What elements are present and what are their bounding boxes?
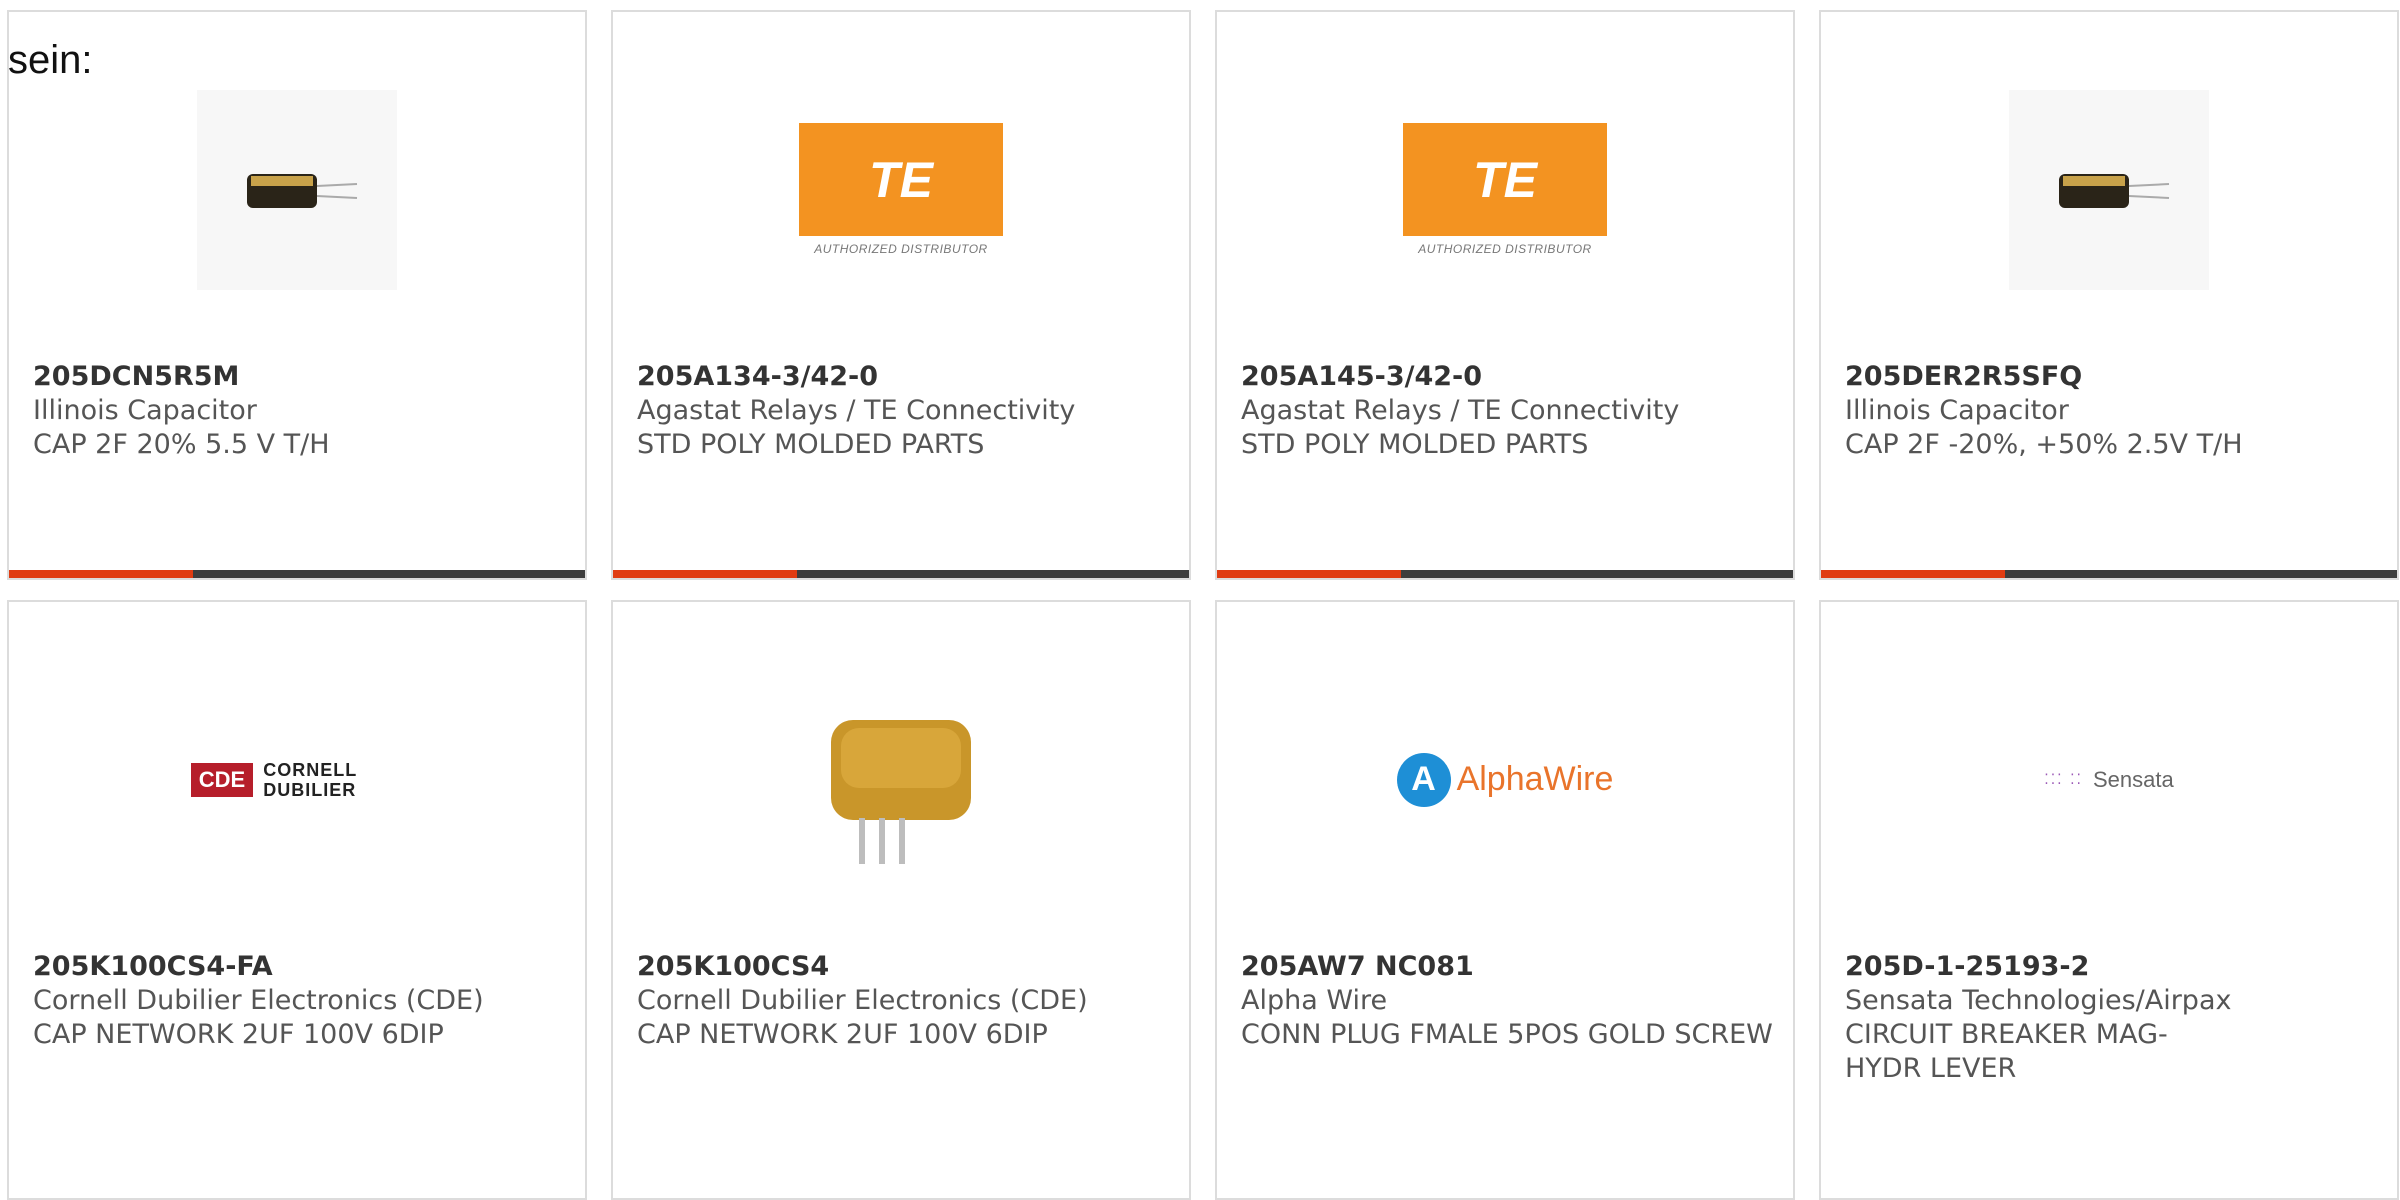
capacitor-icon: [247, 173, 358, 208]
product-card[interactable]: 205DCN5R5M Illinois Capacitor CAP 2F 20%…: [7, 10, 587, 580]
product-card[interactable]: CDE CORNELL DUBILIER 205K100CS4-FA Corne…: [7, 600, 587, 1200]
description: CIRCUIT BREAKER MAG-HYDR LEVER: [1845, 1019, 2168, 1084]
product-card[interactable]: TE AUTHORIZED DISTRIBUTOR 205A145-3/42-0…: [1215, 10, 1795, 580]
product-card[interactable]: 205DER2R5SFQ Illinois Capacitor CAP 2F -…: [1819, 10, 2399, 580]
manufacturer: Illinois Capacitor: [1845, 395, 2069, 426]
cde-logo: CDE CORNELL DUBILIER: [190, 759, 403, 800]
part-number[interactable]: 205AW7 NC081: [1241, 950, 1773, 984]
manufacturer: Agastat Relays / TE Connectivity: [1241, 395, 1680, 426]
part-number[interactable]: 205DCN5R5M: [33, 360, 565, 394]
product-image[interactable]: ⁚⁚⁚ ⁚⁚ Sensata: [1821, 672, 2397, 887]
manufacturer: Cornell Dubilier Electronics (CDE): [33, 985, 484, 1016]
card-accent-bar: [9, 570, 585, 578]
product-image[interactable]: CDE CORNELL DUBILIER: [9, 672, 585, 887]
capacitor-network-icon: [831, 719, 971, 864]
card-accent-bar: [1821, 570, 2397, 578]
manufacturer: Cornell Dubilier Electronics (CDE): [637, 985, 1088, 1016]
intro-text: sein:: [8, 38, 93, 82]
manufacturer: Alpha Wire: [1241, 985, 1388, 1016]
capacitor-icon: [2059, 173, 2170, 208]
logo-text: Sensata: [2092, 766, 2174, 792]
logo-subtext: AUTHORIZED DISTRIBUTOR: [814, 242, 988, 256]
logo-subtext: CORNELL DUBILIER: [263, 759, 357, 800]
product-image[interactable]: A AlphaWire: [1217, 672, 1793, 887]
product-image[interactable]: [9, 82, 585, 297]
part-number[interactable]: 205DER2R5SFQ: [1845, 360, 2377, 394]
logo-text: TE: [869, 151, 933, 208]
manufacturer: Agastat Relays / TE Connectivity: [637, 395, 1076, 426]
description: CAP NETWORK 2UF 100V 6DIP: [33, 1019, 444, 1050]
description: STD POLY MOLDED PARTS: [637, 429, 985, 460]
description: CAP 2F 20% 5.5 V T/H: [33, 429, 330, 460]
part-number[interactable]: 205A145-3/42-0: [1241, 360, 1773, 394]
manufacturer: Sensata Technologies/Airpax: [1845, 985, 2232, 1016]
part-number[interactable]: 205D-1-25193-2: [1845, 950, 2377, 984]
product-card[interactable]: 205K100CS4 Cornell Dubilier Electronics …: [611, 600, 1191, 1200]
sensata-logo: ⁚⁚⁚ ⁚⁚ Sensata: [2044, 767, 2173, 793]
product-image[interactable]: TE AUTHORIZED DISTRIBUTOR: [1217, 82, 1793, 297]
product-image[interactable]: [1821, 82, 2397, 297]
part-number[interactable]: 205K100CS4: [637, 950, 1169, 984]
logo-text: CDE: [190, 762, 254, 797]
product-card[interactable]: A AlphaWire 205AW7 NC081 Alpha Wire CONN…: [1215, 600, 1795, 1200]
te-logo: TE AUTHORIZED DISTRIBUTOR: [799, 123, 1003, 256]
part-number[interactable]: 205A134-3/42-0: [637, 360, 1169, 394]
description: CONN PLUG FMALE 5POS GOLD SCREW: [1241, 1019, 1773, 1050]
description: CAP 2F -20%, +50% 2.5V T/H: [1845, 429, 2243, 460]
card-accent-bar: [1217, 570, 1793, 578]
product-image[interactable]: TE AUTHORIZED DISTRIBUTOR: [613, 82, 1189, 297]
logo-text: AlphaWire: [1456, 760, 1614, 798]
logo-text: TE: [1473, 151, 1537, 208]
description: STD POLY MOLDED PARTS: [1241, 429, 1589, 460]
sensata-dots-icon: ⁚⁚⁚ ⁚⁚: [2044, 771, 2083, 788]
description: CAP NETWORK 2UF 100V 6DIP: [637, 1019, 1048, 1050]
te-logo: TE AUTHORIZED DISTRIBUTOR: [1403, 123, 1607, 256]
product-card[interactable]: TE AUTHORIZED DISTRIBUTOR 205A134-3/42-0…: [611, 10, 1191, 580]
manufacturer: Illinois Capacitor: [33, 395, 257, 426]
logo-subtext: AUTHORIZED DISTRIBUTOR: [1418, 242, 1592, 256]
alphawire-logo: A AlphaWire: [1396, 752, 1614, 807]
part-number[interactable]: 205K100CS4-FA: [33, 950, 565, 984]
product-image[interactable]: [613, 672, 1189, 887]
product-card[interactable]: ⁚⁚⁚ ⁚⁚ Sensata 205D-1-25193-2 Sensata Te…: [1819, 600, 2399, 1200]
alpha-icon: A: [1396, 752, 1451, 807]
card-accent-bar: [613, 570, 1189, 578]
